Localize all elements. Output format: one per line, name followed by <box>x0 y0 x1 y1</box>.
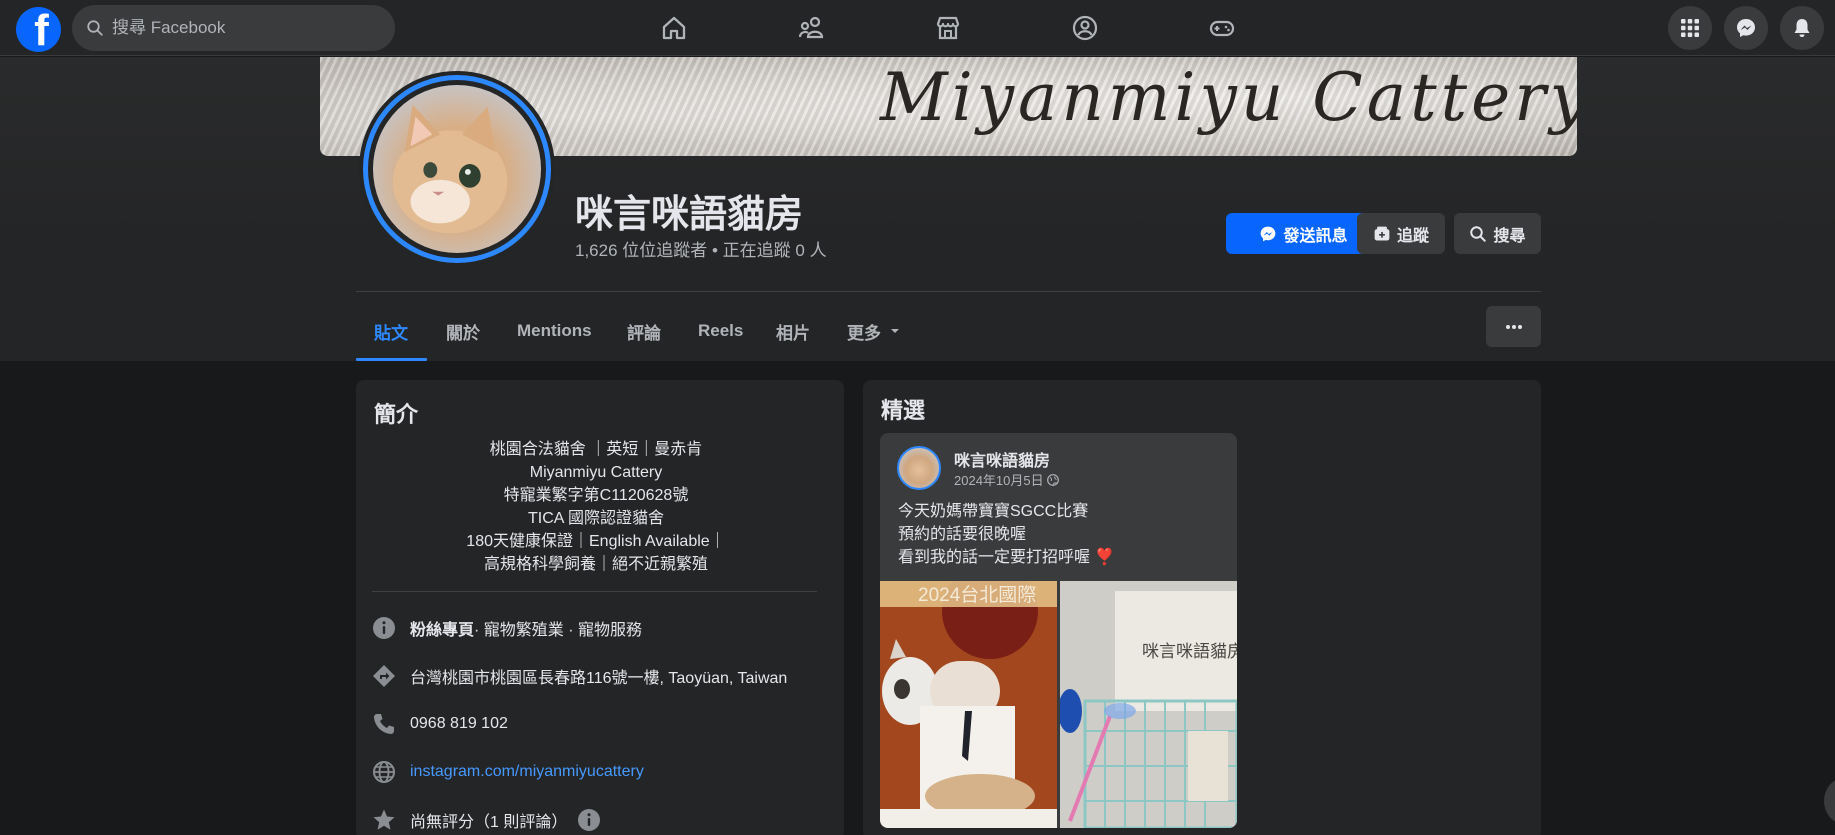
post-date-text: 2024年10月5日 <box>954 473 1044 488</box>
website-link[interactable]: instagram.com/miyanmiyucattery <box>410 763 644 781</box>
post-line: 預約的話要很晚喔 <box>898 526 1027 543</box>
follower-count[interactable]: 1,626 位位追蹤者 • 正在追蹤 0 人 <box>575 236 827 261</box>
info-website[interactable]: instagram.com/miyanmiyucattery <box>372 760 644 784</box>
gaming-icon[interactable] <box>1202 8 1242 48</box>
featured-post[interactable]: 咪言咪語貓房 2024年10月5日 今天奶媽帶寶寶SGCC比賽 預約的話要很晚喔… <box>880 433 1237 828</box>
search-icon <box>1470 225 1487 242</box>
tab-more[interactable]: 更多 <box>847 302 901 360</box>
more-options-button[interactable] <box>1486 306 1541 347</box>
scroll-to-top-button[interactable] <box>1824 778 1835 824</box>
follow-button[interactable]: 追蹤 <box>1357 213 1445 254</box>
star-icon <box>372 808 396 832</box>
active-tab-indicator <box>356 358 427 361</box>
bio-line: 高規格科學飼養｜絕不近親繁殖 <box>483 556 708 573</box>
search-box[interactable] <box>72 5 395 51</box>
search-icon <box>87 20 103 36</box>
caret-down-icon <box>891 329 899 333</box>
ellipsis-icon <box>1505 324 1522 329</box>
facebook-logo-letter: f <box>34 7 49 53</box>
tab-posts[interactable]: 貼文 <box>374 302 408 360</box>
category-text: · 寵物繁殖業 · 寵物服務 <box>474 622 643 639</box>
intro-bio: 桃園合法貓舍 ｜英短｜曼赤肯 Miyanmiyu Cattery 特寵業繁字第C… <box>376 438 816 576</box>
phone-icon <box>372 712 396 736</box>
cover-script-text: Miyanmiyu Cattery <box>880 59 1577 136</box>
post-author-avatar[interactable] <box>897 446 941 490</box>
post-line: 今天奶媽帶寶寶SGCC比賽 <box>898 503 1089 520</box>
follow-label: 追蹤 <box>1396 227 1429 245</box>
info-rating: 尚無評分（1 則評論） <box>372 808 601 832</box>
tab-reels[interactable]: Reels <box>698 302 743 360</box>
photo-left-caption: 2024台北國際 <box>918 584 1036 606</box>
header-divider <box>356 291 1541 292</box>
messenger-icon[interactable] <box>1724 6 1768 50</box>
tab-reviews[interactable]: 評論 <box>627 302 661 360</box>
cat-photo <box>373 85 541 253</box>
follow-icon <box>1374 226 1390 241</box>
rating-info-icon[interactable] <box>577 808 601 832</box>
home-icon[interactable] <box>654 8 694 48</box>
public-globe-icon <box>1046 473 1059 486</box>
marketplace-icon[interactable] <box>928 8 968 48</box>
friends-icon[interactable] <box>791 8 831 48</box>
tab-mentions[interactable]: Mentions <box>517 302 592 360</box>
menu-grid-icon[interactable] <box>1668 6 1712 50</box>
bio-line: Miyanmiyu Cattery <box>529 464 663 481</box>
intro-title: 簡介 <box>374 402 419 427</box>
top-navigation-bar: f <box>0 0 1835 56</box>
facebook-logo[interactable]: f <box>16 7 61 52</box>
info-icon <box>372 616 396 640</box>
directions-icon <box>372 664 396 688</box>
rating-text: 尚無評分（1 則評論） <box>410 814 568 831</box>
bio-line: 180天健康保證｜English Available｜ <box>466 533 726 550</box>
bio-line: 桃園合法貓舍 ｜英短｜曼赤肯 <box>489 441 703 458</box>
messenger-icon <box>1261 226 1276 241</box>
photo-right-caption: 咪言咪語貓房 <box>1142 642 1237 662</box>
bio-line: 特寵業繁字第C1120628號 <box>503 487 689 504</box>
info-address[interactable]: 台灣桃園市桃園區長春路116號一樓, Taoyüan, Taiwan <box>372 664 787 688</box>
post-author-name[interactable]: 咪言咪語貓房 <box>954 447 1050 471</box>
category-page-type: 粉絲專頁 <box>410 622 475 639</box>
tab-more-label: 更多 <box>847 323 881 343</box>
tab-about[interactable]: 關於 <box>446 302 480 360</box>
intro-divider <box>372 591 817 592</box>
post-photo-left[interactable]: 2024台北國際 <box>880 581 1057 828</box>
profile-avatar[interactable] <box>363 75 551 263</box>
intro-card: 簡介 桃園合法貓舍 ｜英短｜曼赤肯 Miyanmiyu Cattery 特寵業繁… <box>356 380 844 835</box>
globe-icon <box>372 760 396 784</box>
post-line: 看到我的話一定要打招呼喔 ❣️ <box>898 549 1115 566</box>
featured-title: 精選 <box>881 398 926 423</box>
groups-icon[interactable] <box>1065 8 1105 48</box>
send-message-label: 發送訊息 <box>1283 227 1348 245</box>
tab-photos[interactable]: 相片 <box>776 302 810 360</box>
page-title: 咪言咪語貓房 <box>575 194 804 236</box>
featured-card: 精選 咪言咪語貓房 2024年10月5日 今天奶媽帶寶寶SGCC比賽 預約的話要… <box>863 380 1541 835</box>
address-text: 台灣桃園市桃園區長春路116號一樓, Taoyüan, Taiwan <box>410 670 788 687</box>
info-phone[interactable]: 0968 819 102 <box>372 712 508 736</box>
bio-line: TICA 國際認證貓舍 <box>527 510 664 527</box>
post-date[interactable]: 2024年10月5日 <box>954 470 1059 489</box>
phone-text: 0968 819 102 <box>410 715 508 732</box>
info-category: 粉絲專頁 · 寵物繁殖業 · 寵物服務 <box>372 616 642 640</box>
post-photo-right[interactable]: 咪言咪語貓房 <box>1060 581 1237 828</box>
search-input[interactable] <box>112 18 372 38</box>
notifications-bell-icon[interactable] <box>1780 6 1824 50</box>
page-search-label: 搜尋 <box>1493 227 1526 245</box>
post-body: 今天奶媽帶寶寶SGCC比賽 預約的話要很晚喔 看到我的話一定要打招呼喔 ❣️ <box>898 500 1114 569</box>
page-search-button[interactable]: 搜尋 <box>1454 213 1541 254</box>
